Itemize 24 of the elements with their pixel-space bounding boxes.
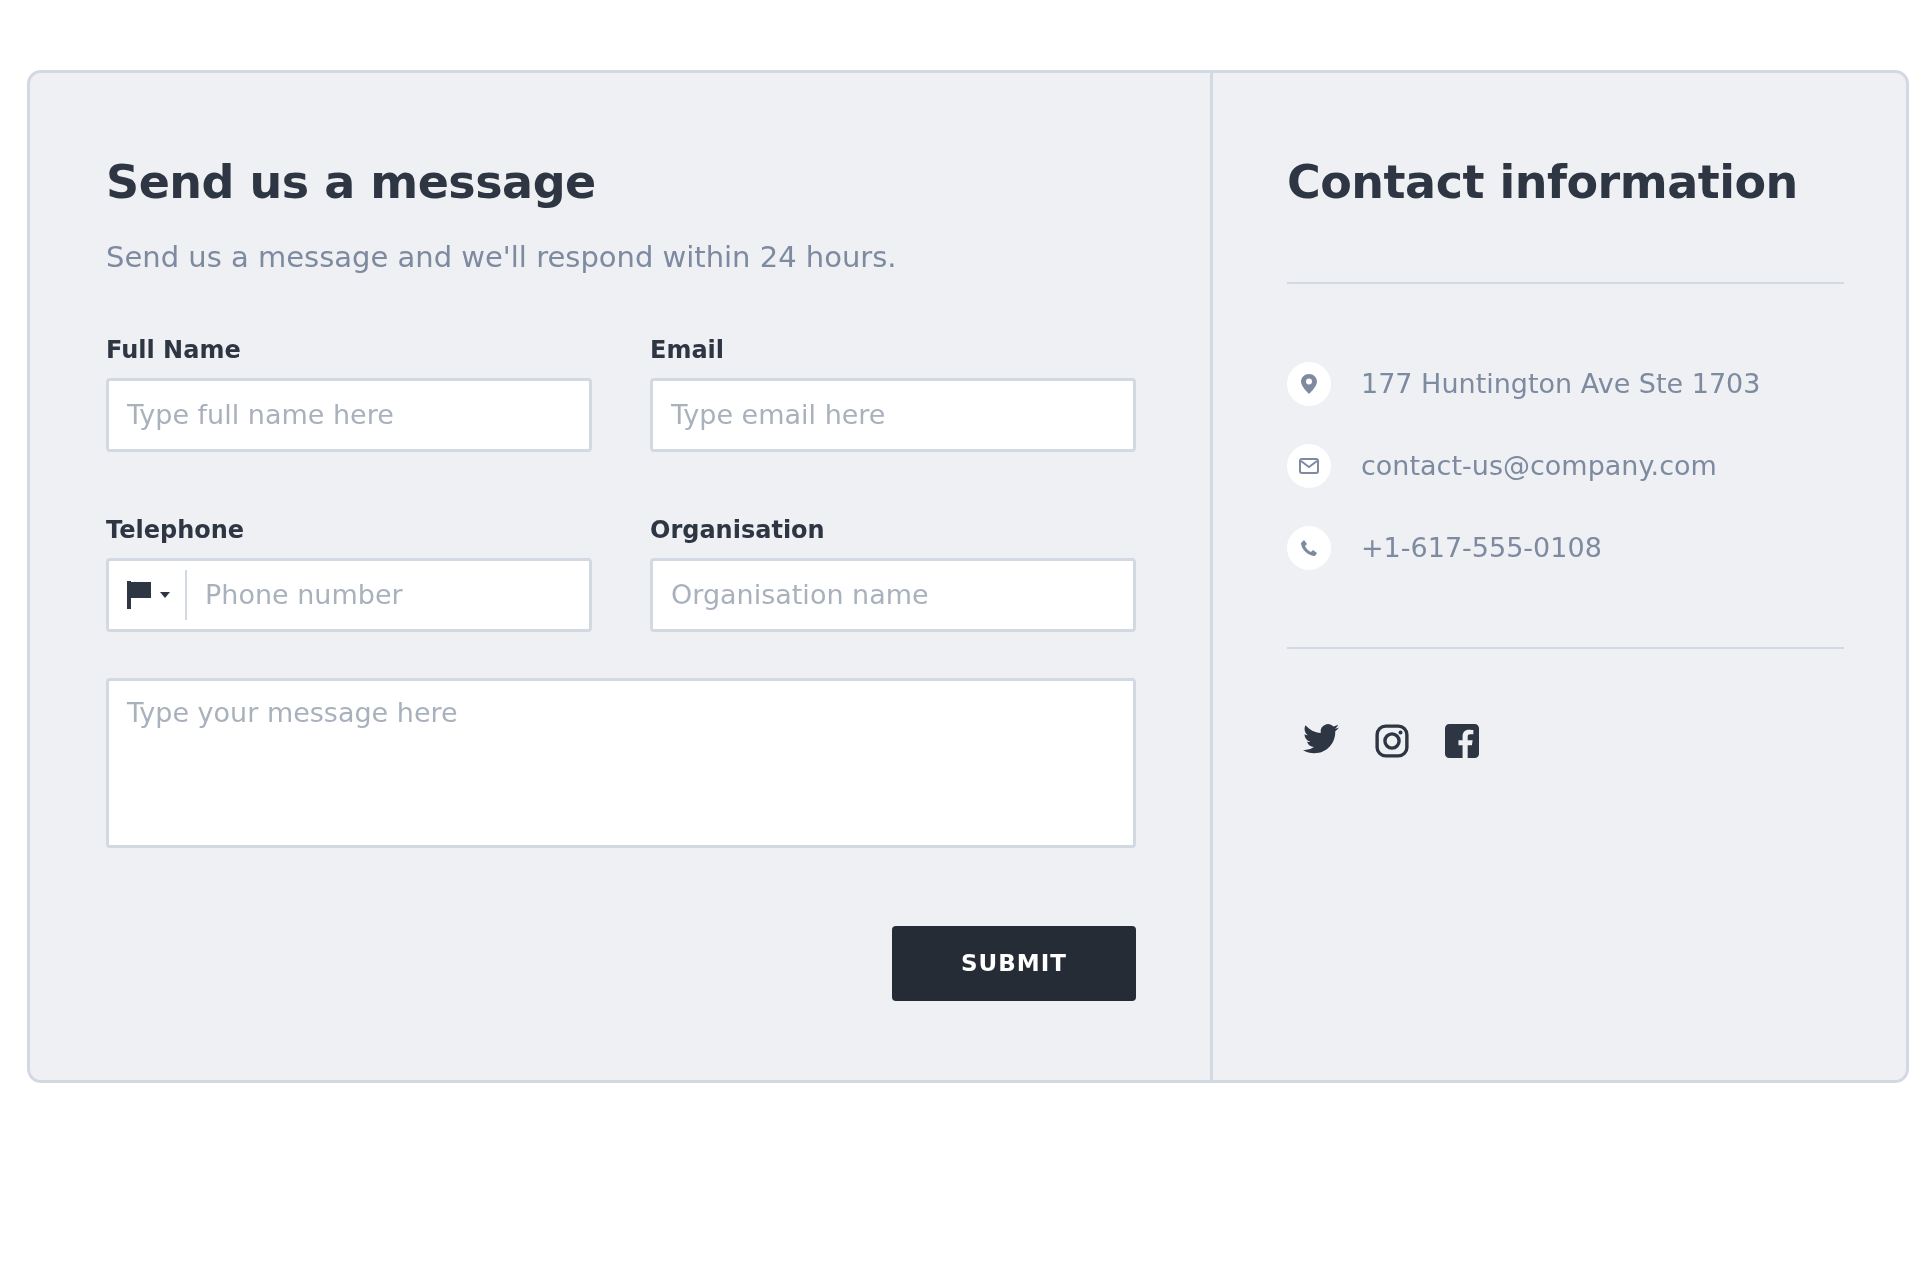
phone-icon [1287, 526, 1331, 571]
contact-text: contact-us@company.com [1361, 448, 1717, 483]
form-subtitle: Send us a message and we'll respond within 24 hours. [106, 239, 898, 277]
field-label: Organisation [650, 514, 826, 546]
field-label: Email [650, 334, 726, 366]
contact-text: +1-617-555-0108 [1361, 530, 1602, 565]
flag-icon [125, 578, 153, 611]
submit-button[interactable]: SUBMIT [892, 925, 1136, 1001]
message-field[interactable]: Type your message here [106, 677, 1136, 848]
contact-text: 177 Huntington Ave Ste 1703 [1361, 366, 1761, 401]
square-logo-icon[interactable] [1445, 724, 1479, 759]
pin-icon [1287, 362, 1331, 407]
envelope-icon [1287, 444, 1331, 489]
form-title: Send us a message [106, 155, 597, 211]
input-field[interactable]: Type email here [650, 377, 1136, 452]
field-label: Full Name [106, 334, 242, 366]
input-field[interactable]: Type full name here [106, 377, 592, 452]
field-label: Telephone [106, 514, 246, 546]
input-field[interactable]: Organisation name [650, 557, 1136, 632]
caret-icon [159, 590, 171, 599]
phone-input-field[interactable]: Phone number [187, 564, 589, 625]
contact-title: Contact information [1287, 155, 1799, 211]
camera-icon[interactable] [1375, 724, 1409, 759]
phone-field[interactable]: Phone number [106, 557, 592, 632]
